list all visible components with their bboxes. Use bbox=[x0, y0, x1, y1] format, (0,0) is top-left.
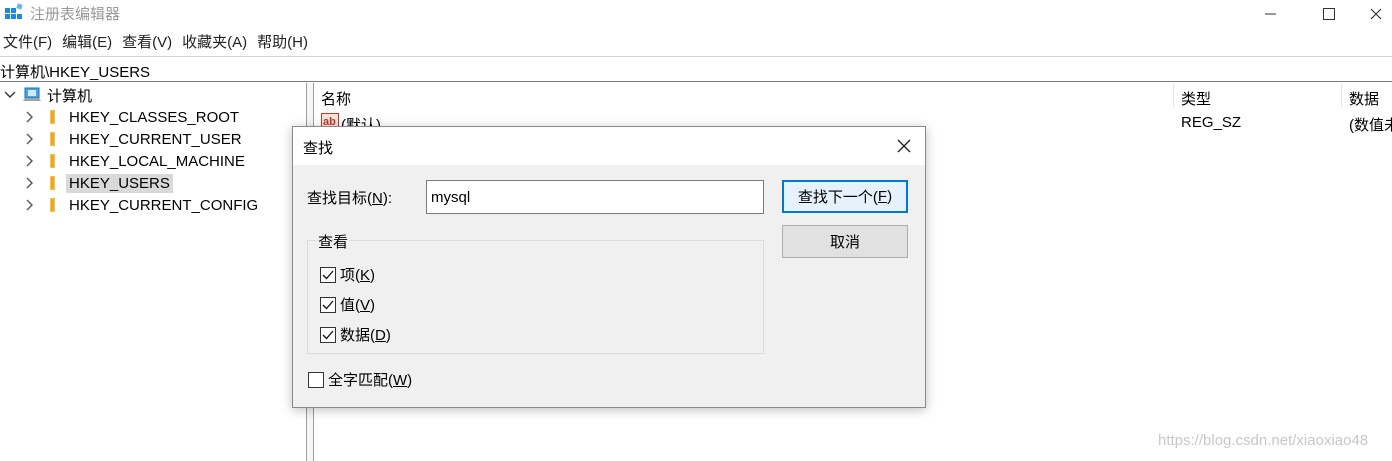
folder-icon bbox=[50, 198, 55, 212]
tree-item-label: HKEY_CLASSES_ROOT bbox=[69, 108, 240, 126]
find-target-label: 查找目标(N): bbox=[307, 190, 393, 207]
option-data[interactable]: 数据(D) bbox=[320, 324, 391, 345]
folder-icon bbox=[50, 110, 55, 124]
dialog-title: 查找 bbox=[303, 140, 334, 157]
data-checkbox[interactable] bbox=[320, 326, 336, 343]
find-dialog: 查找 查找目标(N): 查找下一个(F) 取消 查看 项(K) 值(V) 数据(… bbox=[292, 126, 926, 408]
tree-item-label: 计算机 bbox=[47, 87, 93, 105]
chevron-right-icon[interactable] bbox=[22, 197, 38, 213]
menu-edit[interactable]: 编辑(E) bbox=[59, 32, 119, 54]
menu-help[interactable]: 帮助(H) bbox=[254, 32, 315, 54]
menu-view[interactable]: 查看(V) bbox=[119, 32, 179, 54]
value-data: (数值未 bbox=[1349, 117, 1392, 134]
menu-file[interactable]: 文件(F) bbox=[0, 32, 59, 54]
maximize-icon bbox=[1323, 8, 1335, 20]
dialog-close-button[interactable] bbox=[889, 133, 919, 159]
checkmark-icon bbox=[322, 330, 334, 339]
folder-icon bbox=[50, 132, 55, 146]
option-keys[interactable]: 项(K) bbox=[320, 264, 375, 285]
look-at-label: 查看 bbox=[317, 231, 350, 252]
data-label: 数据(D) bbox=[340, 327, 391, 344]
close-icon bbox=[1370, 8, 1382, 20]
keys-checkbox[interactable] bbox=[320, 266, 336, 283]
computer-icon bbox=[23, 87, 41, 101]
column-divider[interactable] bbox=[1173, 84, 1174, 108]
option-match-whole[interactable]: 全字匹配(W) bbox=[308, 369, 412, 390]
tree-item-hkey-current-config[interactable]: HKEY_CURRENT_CONFIG bbox=[22, 194, 261, 216]
chevron-right-icon[interactable] bbox=[22, 153, 38, 169]
values-checkbox[interactable] bbox=[320, 296, 336, 313]
menu-bar: 文件(F) 编辑(E) 查看(V) 收藏夹(A) 帮助(H) bbox=[0, 32, 315, 54]
chevron-right-icon[interactable] bbox=[22, 109, 38, 125]
match-whole-checkbox[interactable] bbox=[308, 371, 324, 388]
checkmark-icon bbox=[322, 270, 334, 279]
registry-tree: 计算机 HKEY_CLASSES_ROOT HKEY_CURRENT_USER … bbox=[0, 84, 306, 461]
tree-item-hkey-local-machine[interactable]: HKEY_LOCAL_MACHINE bbox=[22, 150, 248, 172]
column-header-type[interactable]: 类型 bbox=[1181, 88, 1211, 109]
keys-label: 项(K) bbox=[340, 267, 376, 284]
tree-item-label: HKEY_USERS bbox=[66, 173, 173, 193]
find-target-input[interactable] bbox=[426, 180, 764, 214]
close-window-button[interactable] bbox=[1360, 0, 1392, 28]
minimize-button[interactable] bbox=[1248, 0, 1294, 28]
find-next-button[interactable]: 查找下一个(F) bbox=[782, 180, 908, 213]
folder-icon bbox=[50, 176, 55, 190]
tree-item-hkey-current-user[interactable]: HKEY_CURRENT_USER bbox=[22, 128, 245, 150]
maximize-button[interactable] bbox=[1306, 0, 1352, 28]
menu-divider bbox=[0, 56, 1392, 57]
folder-icon bbox=[50, 154, 55, 168]
option-values[interactable]: 值(V) bbox=[320, 294, 375, 315]
match-whole-label: 全字匹配(W) bbox=[328, 372, 413, 389]
minimize-icon bbox=[1265, 13, 1276, 15]
chevron-right-icon[interactable] bbox=[22, 175, 38, 191]
dialog-title-bar: 查找 bbox=[293, 127, 925, 165]
tree-item-label: HKEY_CURRENT_CONFIG bbox=[69, 196, 259, 214]
value-type: REG_SZ bbox=[1181, 114, 1242, 131]
tree-item-hkey-classes-root[interactable]: HKEY_CLASSES_ROOT bbox=[22, 106, 242, 128]
chevron-down-icon[interactable] bbox=[2, 87, 18, 103]
close-icon bbox=[897, 139, 911, 153]
window-title: 注册表编辑器 bbox=[30, 6, 121, 23]
tree-item-computer[interactable]: 计算机 bbox=[2, 84, 95, 106]
checkmark-icon bbox=[322, 300, 334, 309]
column-divider[interactable] bbox=[1341, 84, 1342, 108]
watermark: https://blog.csdn.net/xiaoxiao48 bbox=[1158, 432, 1369, 449]
column-header-name[interactable]: 名称 bbox=[321, 88, 351, 109]
chevron-right-icon[interactable] bbox=[22, 131, 38, 147]
cancel-button[interactable]: 取消 bbox=[782, 225, 908, 258]
column-header-data[interactable]: 数据 bbox=[1349, 88, 1379, 109]
tree-item-label: HKEY_LOCAL_MACHINE bbox=[69, 152, 245, 170]
values-label: 值(V) bbox=[340, 297, 376, 314]
tree-item-label: HKEY_CURRENT_USER bbox=[69, 130, 242, 148]
menu-favorites[interactable]: 收藏夹(A) bbox=[179, 32, 254, 54]
address-path[interactable]: 计算机\HKEY_USERS bbox=[0, 61, 150, 82]
tree-item-hkey-users[interactable]: HKEY_USERS bbox=[22, 172, 173, 194]
address-bar[interactable]: 计算机\HKEY_USERS bbox=[0, 58, 1392, 82]
regedit-app-icon bbox=[5, 3, 23, 19]
title-bar: 注册表编辑器 bbox=[0, 0, 1392, 28]
